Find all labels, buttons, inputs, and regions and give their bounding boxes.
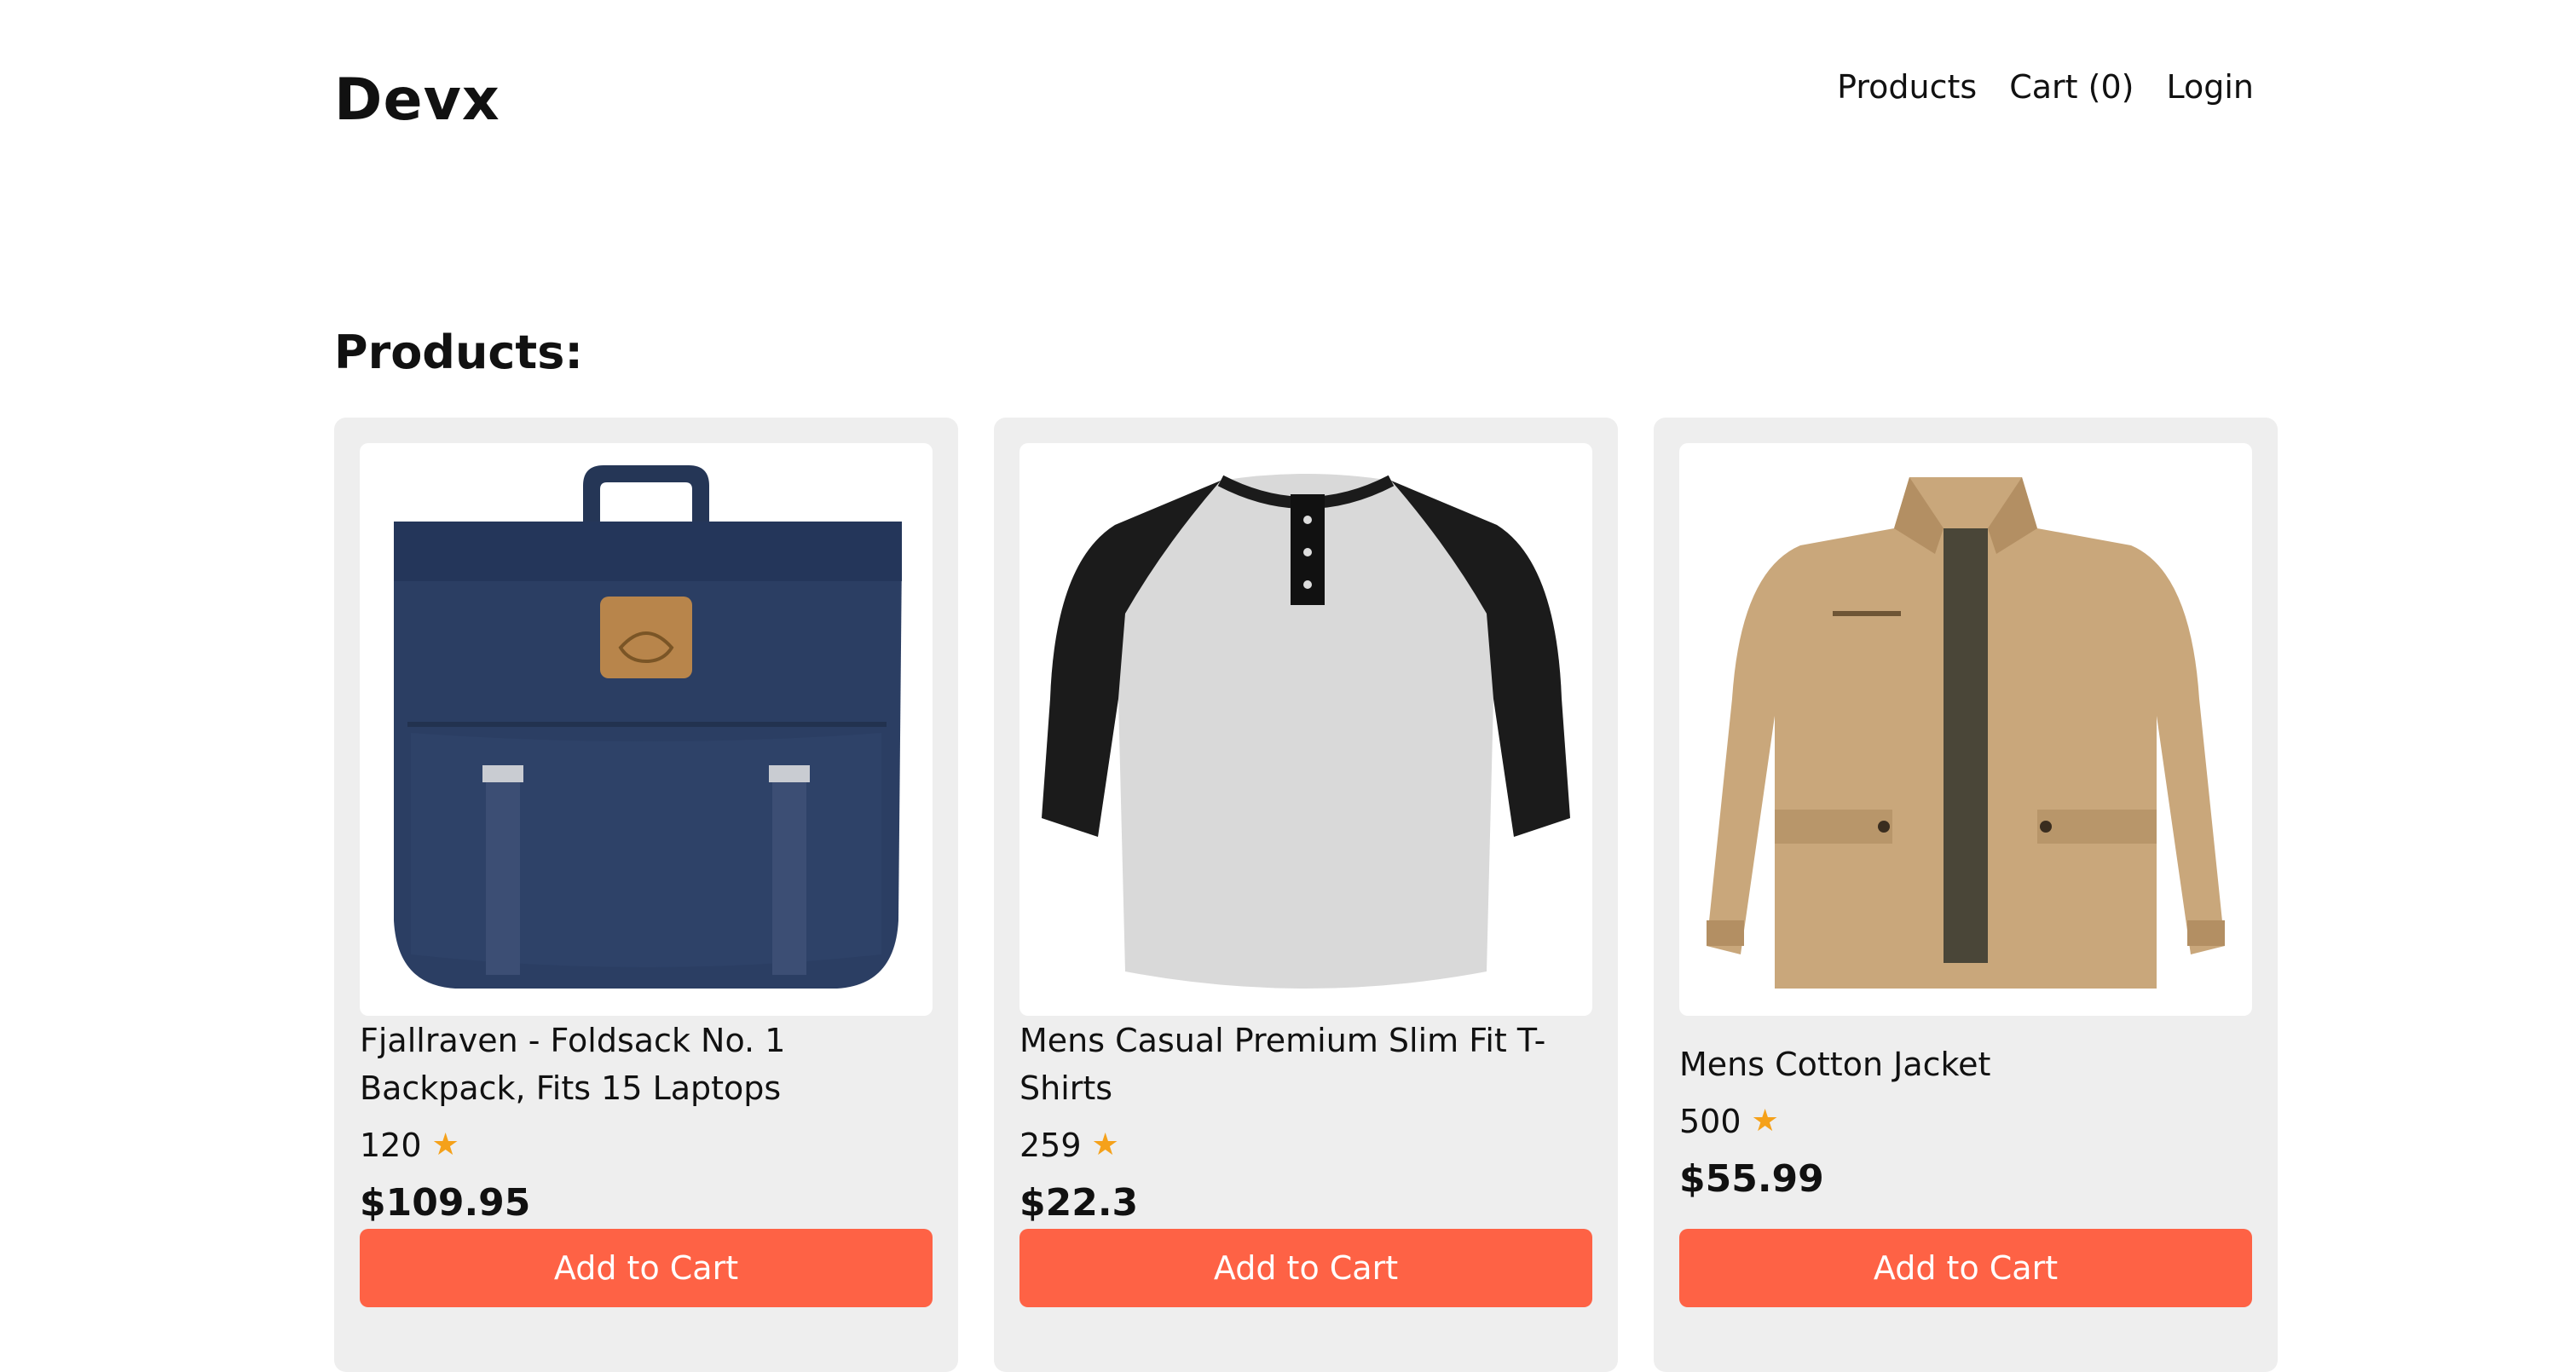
- product-title[interactable]: Mens Casual Premium Slim Fit T-Shirts: [1019, 1017, 1592, 1112]
- page: Devx Products Cart (0) Login Products: F…: [0, 0, 2576, 1372]
- rating-count: 500: [1679, 1103, 1741, 1140]
- star-icon: ★: [1091, 1127, 1119, 1162]
- nav-login-link[interactable]: Login: [2166, 63, 2254, 111]
- product-title[interactable]: Fjallraven - Foldsack No. 1 Backpack, Fi…: [360, 1017, 933, 1112]
- add-to-cart-button[interactable]: Add to Cart: [360, 1229, 933, 1307]
- product-card: Mens Cotton Jacket 500 ★ $55.99 Add to C…: [1654, 418, 2278, 1372]
- add-to-cart-button[interactable]: Add to Cart: [1019, 1229, 1592, 1307]
- product-card: Mens Casual Premium Slim Fit T-Shirts 25…: [994, 418, 1618, 1372]
- product-price: $55.99: [1679, 1157, 1824, 1201]
- product-rating: 259 ★: [1019, 1122, 1592, 1168]
- nav-products-link[interactable]: Products: [1837, 63, 1977, 111]
- product-price: $109.95: [360, 1181, 531, 1225]
- product-rating: 120 ★: [360, 1122, 933, 1168]
- product-image[interactable]: [1679, 443, 2252, 1016]
- star-icon: ★: [1751, 1104, 1779, 1139]
- product-image[interactable]: [360, 443, 933, 1016]
- add-to-cart-button[interactable]: Add to Cart: [1679, 1229, 2252, 1307]
- rating-count: 120: [360, 1127, 422, 1164]
- product-info: Fjallraven - Foldsack No. 1 Backpack, Fi…: [360, 1016, 933, 1229]
- product-info: Mens Casual Premium Slim Fit T-Shirts 25…: [1019, 1016, 1592, 1229]
- page-title: Products:: [334, 326, 583, 379]
- star-icon: ★: [431, 1127, 459, 1162]
- product-title[interactable]: Mens Cotton Jacket: [1679, 1041, 2252, 1088]
- product-rating: 500 ★: [1679, 1098, 2252, 1144]
- product-image[interactable]: [1019, 443, 1592, 1016]
- jacket-image: [1707, 477, 2225, 989]
- rating-count: 259: [1019, 1127, 1082, 1164]
- product-info: Mens Cotton Jacket 500 ★ $55.99: [1679, 1016, 2252, 1229]
- product-card: Fjallraven - Foldsack No. 1 Backpack, Fi…: [334, 418, 958, 1372]
- product-grid: Fjallraven - Foldsack No. 1 Backpack, Fi…: [334, 418, 2278, 1372]
- backpack-image: [394, 465, 902, 989]
- tshirt-image: [1042, 474, 1570, 989]
- top-nav: Products Cart (0) Login: [1837, 63, 2254, 111]
- logo[interactable]: Devx: [334, 65, 500, 136]
- product-price: $22.3: [1019, 1181, 1139, 1225]
- nav-cart-link[interactable]: Cart (0): [2009, 63, 2134, 111]
